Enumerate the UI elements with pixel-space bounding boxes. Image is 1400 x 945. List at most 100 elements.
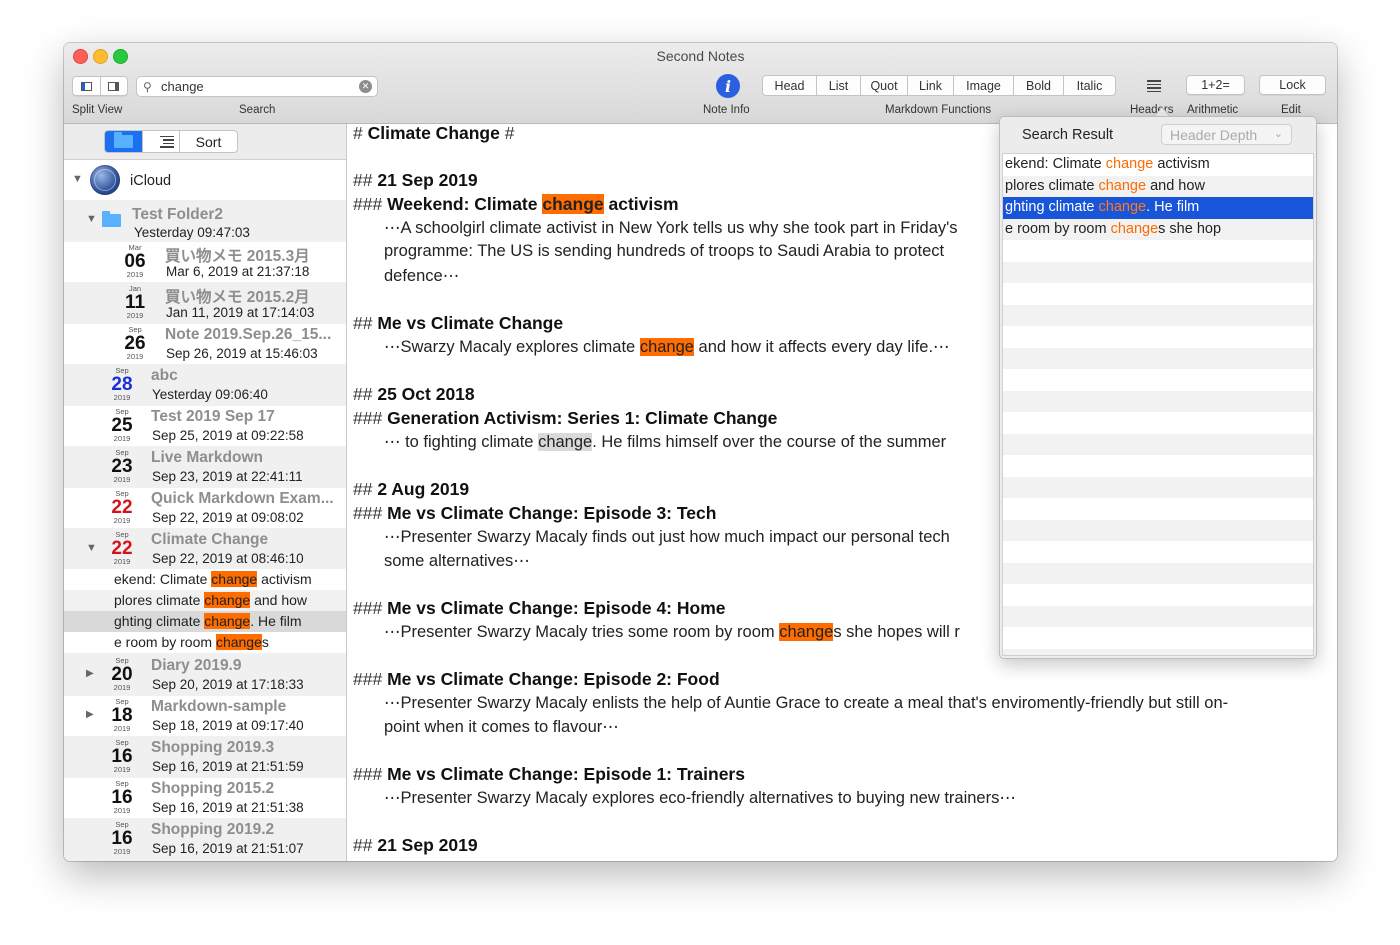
view-mode-segmented-control[interactable]: Sort [104, 130, 238, 153]
sidebar-right-icon [108, 81, 120, 91]
search-input[interactable] [161, 79, 359, 94]
note-date: Mar 6, 2019 at 21:37:18 [166, 264, 310, 279]
match-highlight: change [204, 613, 251, 629]
sidebar-left-icon [80, 81, 92, 91]
calendar-date-icon: Sep 16 2019 [111, 738, 133, 774]
info-icon: i [724, 76, 732, 96]
split-view-control[interactable] [72, 76, 128, 96]
disclosure-triangle-closed-icon[interactable]: ▶ [86, 709, 94, 720]
search-field[interactable]: ⚲ ✕ [136, 76, 378, 97]
h2-heading: ## 21 Sep 2019 [353, 835, 478, 855]
edit-label: Edit [1281, 104, 1301, 116]
body-text: some alternatives⋯ [384, 552, 530, 570]
folder-icon [114, 132, 133, 148]
disclosure-triangle-closed-icon[interactable]: ▶ [86, 668, 94, 679]
note-title: Note 2019.Sep.26_15... [165, 326, 332, 343]
disclosure-triangle-open-icon[interactable]: ▼ [86, 213, 97, 225]
markdown-bold-button[interactable]: Bold [1013, 76, 1063, 95]
notes-sidebar: Sort ▼ iCloud ▼ Test Folder2 Yesterday 0… [64, 124, 347, 861]
list-item[interactable]: Sep 16 2019 Shopping 2019.3 Sep 16, 2019 a… [64, 737, 346, 777]
split-view-right-button[interactable] [99, 77, 128, 95]
note-date: Sep 22, 2019 at 09:08:02 [152, 510, 304, 525]
split-view-left-button[interactable] [73, 77, 100, 95]
arithmetic-label: Arithmetic [1187, 104, 1239, 116]
search-result-item[interactable]: ekend: Climate change activism [1003, 154, 1313, 176]
search-snippet[interactable]: plores climate change and how [64, 590, 346, 611]
window-title: Second Notes [656, 48, 745, 64]
h3-heading: ### Me vs Climate Change: Episode 4: Hom… [353, 598, 726, 618]
markdown-quote-button[interactable]: Quot [860, 76, 907, 95]
list-item[interactable]: ▶ Sep 18 2019 Markdown-sample Sep 18, 2019… [64, 696, 346, 736]
note-date: Sep 18, 2019 at 09:17:40 [152, 718, 304, 733]
calendar-date-icon: Sep 18 2019 [111, 697, 133, 733]
markdown-link-button[interactable]: Link [907, 76, 953, 95]
h3-heading: ### Me vs Climate Change: Episode 3: Tec… [353, 503, 717, 523]
calendar-date-icon: Sep 20 2019 [111, 656, 133, 692]
markdown-image-button[interactable]: Image [953, 76, 1013, 95]
calendar-date-icon: Sep 22 2019 [111, 530, 133, 566]
folder-name: Test Folder2 [132, 206, 224, 223]
list-item[interactable]: Sep 23 2019 Live Markdown Sep 23, 2019 at … [64, 447, 346, 487]
note-title: Shopping 2019.3 [151, 739, 275, 756]
note-date: Sep 25, 2019 at 09:22:58 [152, 428, 304, 443]
headers-button[interactable] [1142, 76, 1166, 96]
icloud-label: iCloud [130, 173, 172, 189]
clear-search-icon[interactable]: ✕ [359, 80, 372, 93]
arithmetic-button[interactable]: 1+2= [1186, 75, 1245, 95]
search-snippet[interactable]: e room by room changes [64, 632, 346, 653]
list-item[interactable]: Mar 06 2019 買い物メモ 2015.3月 Mar 6, 2019 at 2… [64, 242, 346, 282]
list-item[interactable]: Sep 25 2019 Test 2019 Sep 17 Sep 25, 2019 … [64, 406, 346, 446]
note-title: Live Markdown [151, 449, 263, 466]
body-text: ⋯Presenter Swarzy Macaly finds out just … [384, 528, 950, 546]
list-view-button[interactable] [142, 131, 179, 152]
search-snippet[interactable]: ekend: Climate change activism [64, 569, 346, 590]
search-result-item-selected[interactable]: ghting climate change. He film [1003, 197, 1313, 219]
h2-heading: ## 21 Sep 2019 [353, 170, 478, 190]
note-date: Sep 16, 2019 at 21:51:59 [152, 759, 304, 774]
markdown-list-button[interactable]: List [816, 76, 860, 95]
search-result-item[interactable]: e room by room changes she hop [1003, 218, 1313, 240]
markdown-functions-group: Head List Quot Link Image Bold Italic [762, 75, 1116, 96]
calendar-date-icon: Jan 11 2019 [124, 284, 146, 320]
note-info-button[interactable]: i [716, 74, 740, 98]
list-item[interactable]: Sep 16 2019 Shopping 2019.2 Sep 16, 2019 a… [64, 819, 346, 859]
note-info-label: Note Info [703, 104, 750, 116]
disclosure-triangle-open-icon[interactable]: ▼ [72, 173, 83, 185]
note-title: Quick Markdown Exam... [151, 490, 334, 507]
h3-heading: ### Me vs Climate Change: Episode 1: Tra… [353, 764, 745, 784]
match-highlight: change [542, 194, 604, 214]
search-result-popover: Search Result Header Depth ⌄ ekend: Clim… [999, 116, 1317, 659]
note-title: abc [151, 367, 178, 384]
lock-button[interactable]: Lock [1259, 75, 1326, 95]
sort-button[interactable]: Sort [179, 131, 237, 152]
list-item[interactable]: Sep 26 2019 Note 2019.Sep.26_15... Sep 26,… [64, 324, 346, 364]
app-window: Second Notes Split View ⚲ ✕ Search i Not… [64, 43, 1337, 861]
list-icon [160, 135, 174, 137]
list-item[interactable]: Sep 28 2019 abc Yesterday 09:06:40 [64, 365, 346, 405]
search-snippet-selected[interactable]: ghting climate change. He film [64, 611, 346, 632]
list-item[interactable]: Sep 22 2019 Quick Markdown Exam... Sep 22,… [64, 488, 346, 528]
note-date: Jan 11, 2019 at 17:14:03 [166, 305, 315, 320]
body-text: ⋯Presenter Swarzy Macaly enlists the hel… [384, 694, 1229, 712]
body-text: ⋯Swarzy Macaly explores climate change a… [384, 338, 950, 356]
search-result-item[interactable]: plores climate change and how [1003, 175, 1313, 197]
list-item-climate-change[interactable]: ▼ Sep 22 2019 Climate Change Sep 22, 2019 … [64, 529, 346, 569]
header-depth-select[interactable]: Header Depth ⌄ [1161, 124, 1292, 145]
folder-view-button[interactable] [105, 131, 142, 152]
list-item[interactable]: Jan 11 2019 買い物メモ 2015.2月 Jan 11, 2019 at … [64, 283, 346, 323]
icloud-globe-icon [90, 165, 120, 195]
list-item[interactable]: Sep 16 2019 Shopping 2015.2 Sep 16, 2019 a… [64, 778, 346, 818]
calendar-date-icon: Sep 22 2019 [111, 489, 133, 525]
markdown-head-button[interactable]: Head [763, 76, 816, 95]
calendar-date-icon: Mar 06 2019 [124, 243, 146, 279]
match-highlight: change [639, 338, 694, 356]
note-date: Yesterday 09:06:40 [152, 387, 268, 402]
icloud-account-row[interactable]: ▼ iCloud [64, 160, 346, 200]
body-text: ⋯Presenter Swarzy Macaly tries some room… [384, 623, 960, 641]
markdown-italic-button[interactable]: Italic [1063, 76, 1115, 95]
body-text: ⋯A schoolgirl climate activist in New Yo… [384, 219, 958, 237]
match-highlight: change [211, 571, 258, 587]
disclosure-triangle-open-icon[interactable]: ▼ [86, 542, 97, 554]
list-item[interactable]: ▶ Sep 20 2019 Diary 2019.9 Sep 20, 2019 at… [64, 655, 346, 695]
folder-row-test-folder2[interactable]: ▼ Test Folder2 Yesterday 09:47:03 [64, 200, 346, 240]
